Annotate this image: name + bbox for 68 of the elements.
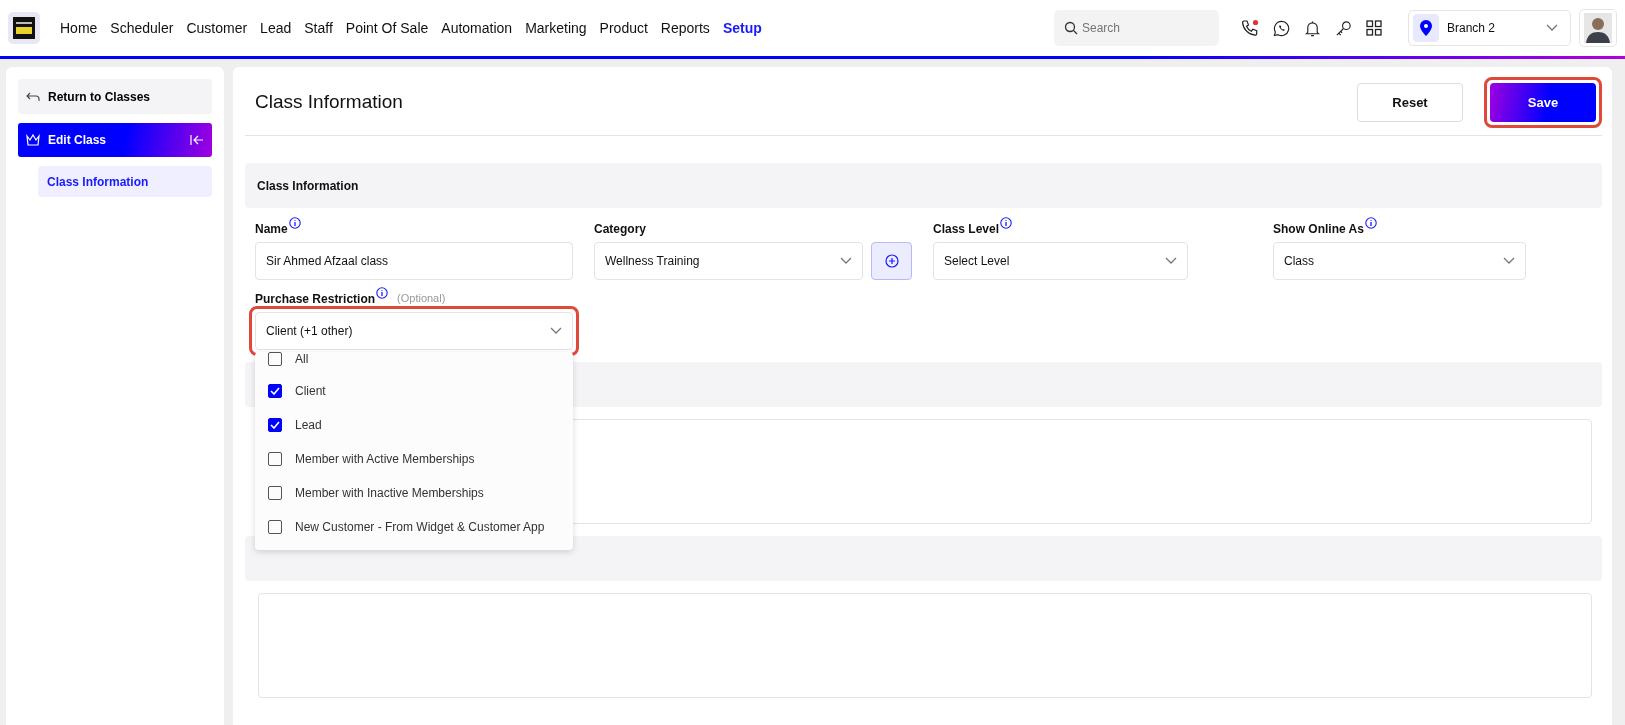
multi-select-field[interactable]: Client (+1 other) <box>255 312 573 350</box>
chevron-down-icon <box>1503 257 1515 265</box>
nav-link[interactable]: Automation <box>441 20 513 36</box>
back-arrow-icon <box>26 91 40 102</box>
field-label: Name <box>255 222 288 236</box>
dropdown-option[interactable]: Member with Inactive Memberships <box>255 476 573 510</box>
avatar[interactable] <box>1579 9 1617 47</box>
plus-circle-icon <box>884 254 899 268</box>
info-icon[interactable] <box>288 217 301 229</box>
collapse-icon[interactable] <box>190 134 204 146</box>
optional-note: (Optional) <box>397 292 446 304</box>
dropdown-option[interactable]: All <box>255 352 573 374</box>
dropdown-option[interactable]: Client <box>255 374 573 408</box>
bell-icon[interactable] <box>1304 19 1321 37</box>
location-pin-icon <box>1420 20 1432 36</box>
save-button[interactable]: Save <box>1490 82 1596 122</box>
key-icon[interactable] <box>1335 19 1352 37</box>
field-label: Class Level <box>933 222 1000 236</box>
nav-link[interactable]: Marketing <box>525 20 587 36</box>
chevron-down-icon <box>550 327 562 335</box>
sidebar-item[interactable]: Class Information <box>38 166 212 197</box>
field-label: Purchase Restriction <box>255 292 376 306</box>
dropdown-option[interactable]: Member with Active Memberships <box>255 442 573 476</box>
checkbox[interactable] <box>268 452 282 466</box>
info-icon[interactable] <box>376 287 389 299</box>
chevron-down-icon <box>1546 24 1558 32</box>
checkbox[interactable] <box>268 486 282 500</box>
reset-button[interactable]: Reset <box>1357 82 1463 122</box>
section-title: Edit Class <box>48 133 108 147</box>
nav-link[interactable]: Point Of Sale <box>345 20 429 36</box>
select-field[interactable]: Select Level <box>933 242 1188 280</box>
crown-icon <box>26 134 40 146</box>
page-title: Class Information <box>255 91 404 113</box>
logo[interactable] <box>8 12 40 44</box>
nav-link[interactable]: Product <box>599 20 648 36</box>
phone-icon[interactable] <box>1241 19 1259 37</box>
checkbox[interactable] <box>268 418 282 432</box>
search-field[interactable]: Search <box>1054 10 1219 46</box>
user-avatar-icon <box>1584 13 1612 43</box>
nav-link[interactable]: Lead <box>260 20 292 36</box>
select-field[interactable]: Class <box>1273 242 1526 280</box>
branch-dropdown[interactable]: Branch 2 <box>1408 10 1571 46</box>
chevron-down-icon <box>1165 257 1177 265</box>
section-title: Class Information <box>257 178 359 193</box>
chat-icon[interactable] <box>1273 19 1290 37</box>
info-icon[interactable] <box>1000 217 1013 229</box>
nav-link[interactable]: Customer <box>186 20 248 36</box>
checkbox[interactable] <box>268 352 282 366</box>
field-label: Category <box>594 222 646 236</box>
select-field[interactable]: Wellness Training <box>594 242 863 280</box>
checkbox[interactable] <box>268 520 282 534</box>
nav-link[interactable]: Home <box>60 20 98 36</box>
dropdown-option[interactable]: Lead <box>255 408 573 442</box>
nav-link[interactable]: Setup <box>722 20 762 36</box>
nav-link[interactable]: Staff <box>304 20 333 36</box>
chevron-down-icon <box>840 257 852 265</box>
info-icon[interactable] <box>1364 217 1377 229</box>
back-link[interactable]: Return to Classes <box>18 79 212 114</box>
logo-icon <box>13 17 35 39</box>
dropdown-option[interactable]: New Customer - From Widget & Customer App <box>255 510 573 544</box>
grid-icon[interactable] <box>1366 20 1382 36</box>
add-button[interactable] <box>871 242 912 280</box>
search-icon <box>1064 21 1078 35</box>
text-field[interactable]: Sir Ahmed Afzaal class <box>255 242 573 280</box>
field-label: Show Online As <box>1273 222 1364 236</box>
checkbox[interactable] <box>268 384 282 398</box>
nav-link[interactable]: Scheduler <box>110 20 174 36</box>
nav-link[interactable]: Reports <box>660 20 710 36</box>
